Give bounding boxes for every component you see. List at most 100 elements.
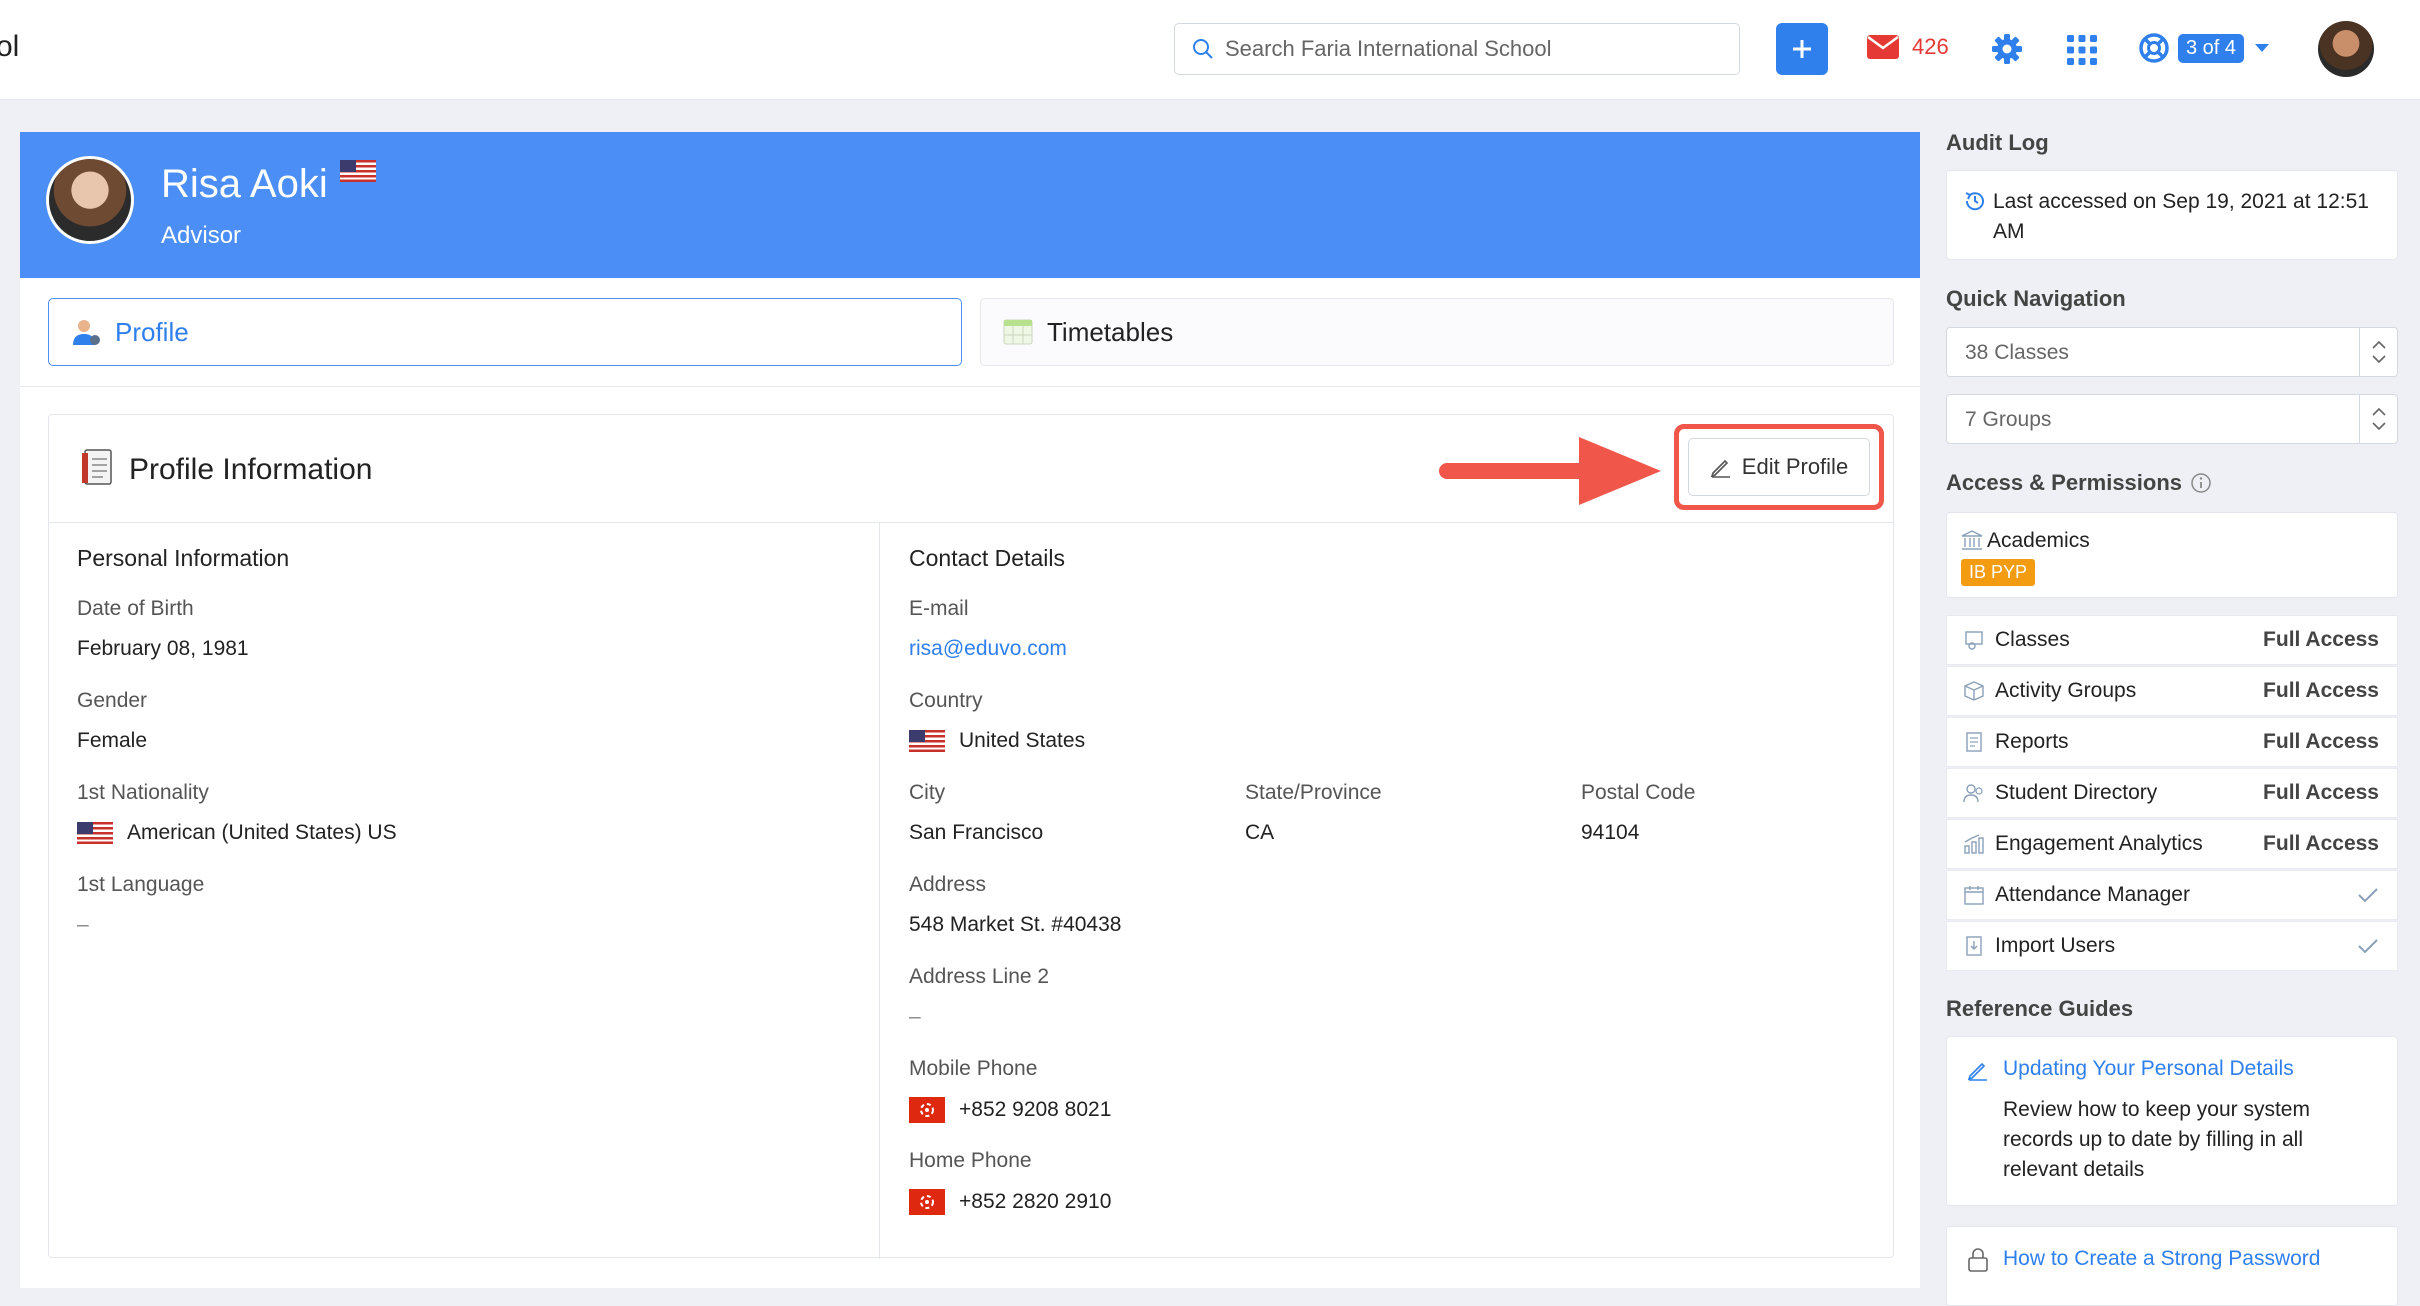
select-arrows — [2359, 328, 2397, 376]
address2-value: – — [909, 1005, 921, 1028]
state-label: State/Province — [1245, 781, 1382, 804]
search-input[interactable] — [1225, 36, 1705, 62]
permission-name: Activity Groups — [1995, 679, 2137, 702]
tab-profile-label: Profile — [115, 316, 189, 347]
permission-name: Student Directory — [1995, 781, 2158, 804]
report-icon — [1966, 732, 1982, 752]
user-profile-icon — [73, 320, 100, 345]
permission-row-import-users: Import Users — [1946, 921, 2398, 971]
nationality-label: 1st Nationality — [77, 781, 209, 804]
audit-log-text: Last accessed on Sep 19, 2021 at 12:51 A… — [1993, 190, 2369, 243]
permission-row-engagement-analytics: Engagement Analytics Full Access — [1946, 819, 2398, 869]
tab-timetables-label: Timetables — [1047, 316, 1174, 347]
access-permissions-header: Access & Permissions — [1946, 470, 2212, 496]
us-flag-icon — [909, 730, 945, 752]
profile-avatar — [46, 156, 134, 244]
quick-navigation-title: Quick Navigation — [1946, 286, 2126, 311]
right-sidebar: Audit Log Last accessed on Sep 19, 2021 … — [1946, 0, 2420, 1306]
select-arrows — [2359, 395, 2397, 443]
card-title: Profile Information — [129, 453, 373, 486]
tab-timetables[interactable]: Timetables — [980, 298, 1894, 366]
chevron-down-icon — [2371, 422, 2386, 430]
audit-log-box: Last accessed on Sep 19, 2021 at 12:51 A… — [1946, 170, 2398, 260]
users-icon — [1963, 784, 1983, 803]
dob-label: Date of Birth — [77, 597, 194, 620]
email-label: E-mail — [909, 597, 969, 620]
contact-details-title: Contact Details — [909, 545, 1065, 571]
permission-name: Classes — [1995, 628, 2070, 651]
divider — [20, 386, 1920, 387]
groups-select[interactable]: 7 Groups — [1946, 394, 2398, 444]
permission-name: Reports — [1995, 730, 2069, 753]
gender-value: Female — [77, 729, 148, 752]
permission-value: Full Access — [2263, 781, 2379, 804]
profile-name: Risa Aoki — [161, 162, 328, 206]
mail-icon — [1867, 35, 1899, 59]
edit-profile-button[interactable]: Edit Profile — [1688, 438, 1870, 496]
groups-select-value: 7 Groups — [1965, 408, 2052, 431]
add-button[interactable] — [1776, 23, 1828, 75]
guide-description: Review how to keep your system records u… — [2003, 1098, 2310, 1181]
analytics-icon — [1964, 834, 1984, 854]
email-link[interactable]: risa@eduvo.com — [909, 637, 1067, 661]
city-label: City — [909, 781, 946, 804]
permission-value: Full Access — [2263, 832, 2379, 855]
language-label: 1st Language — [77, 873, 205, 896]
permission-row-student-directory: Student Directory Full Access — [1946, 768, 2398, 818]
permission-value: Full Access — [2263, 730, 2379, 753]
main-panel: Risa Aoki Advisor Profile Timetables Pro… — [20, 132, 1920, 1288]
hong-kong-flag-icon — [909, 1097, 945, 1123]
home-phone-text: +852 2820 2910 — [959, 1190, 1112, 1213]
country-value: United States — [909, 729, 1085, 753]
search-icon — [1193, 39, 1213, 59]
permission-value: Full Access — [2263, 679, 2379, 702]
guide-card-strong-password: How to Create a Strong Password — [1946, 1226, 2398, 1306]
import-icon — [1966, 936, 1982, 956]
guide-link-strong-password[interactable]: How to Create a Strong Password — [2003, 1247, 2320, 1271]
column-divider — [879, 523, 880, 1259]
chevron-down-icon — [2371, 355, 2386, 363]
classes-select-value: 38 Classes — [1965, 341, 2069, 364]
classes-icon — [1965, 631, 1983, 650]
timetable-icon — [1003, 319, 1033, 345]
mail-button[interactable]: 426 — [1866, 34, 1949, 60]
tab-profile[interactable]: Profile — [48, 298, 962, 366]
academics-box: Academics IB PYP — [1946, 512, 2398, 598]
postal-code-label: Postal Code — [1581, 781, 1696, 804]
pencil-icon — [1710, 459, 1730, 478]
search-box[interactable] — [1174, 23, 1740, 75]
postal-code-value: 94104 — [1581, 821, 1640, 844]
profile-role: Advisor — [161, 222, 242, 249]
reference-guides-title: Reference Guides — [1946, 996, 2134, 1021]
address-label: Address — [909, 873, 987, 896]
check-icon — [2358, 888, 2378, 903]
personal-info-title: Personal Information — [77, 545, 290, 571]
address-value: 548 Market St. #40438 — [909, 913, 1122, 936]
academics-label: Academics — [1987, 529, 2090, 552]
permission-name: Import Users — [1995, 934, 2116, 957]
mobile-phone-text: +852 9208 8021 — [959, 1098, 1112, 1121]
city-value: San Francisco — [909, 821, 1044, 844]
institution-icon — [1961, 530, 1983, 550]
pencil-icon — [1967, 1062, 1987, 1081]
ib-pyp-badge: IB PYP — [1961, 559, 2036, 586]
cube-icon — [1964, 681, 1984, 701]
permission-row-classes: Classes Full Access — [1946, 615, 2398, 665]
guide-card-personal-details: Updating Your Personal Details Review ho… — [1946, 1036, 2398, 1206]
gender-label: Gender — [77, 689, 148, 712]
edit-profile-highlight: Edit Profile — [1674, 424, 1884, 510]
permission-name: Attendance Manager — [1995, 883, 2190, 906]
school-name-fragment[interactable]: ol — [0, 30, 19, 64]
check-icon — [2358, 939, 2378, 954]
card-header: Profile Information Edit Profile — [49, 415, 1893, 523]
annotation-arrow — [1439, 437, 1661, 505]
classes-select[interactable]: 38 Classes — [1946, 327, 2398, 377]
info-icon[interactable] — [2190, 472, 2212, 494]
hong-kong-flag-icon — [909, 1189, 945, 1215]
audit-log-title: Audit Log — [1946, 130, 2049, 155]
home-phone-label: Home Phone — [909, 1149, 1032, 1172]
notebook-icon — [82, 449, 112, 485]
mail-count: 426 — [1912, 34, 1949, 59]
mobile-phone-label: Mobile Phone — [909, 1057, 1038, 1080]
guide-link-personal-details[interactable]: Updating Your Personal Details — [2003, 1057, 2294, 1081]
